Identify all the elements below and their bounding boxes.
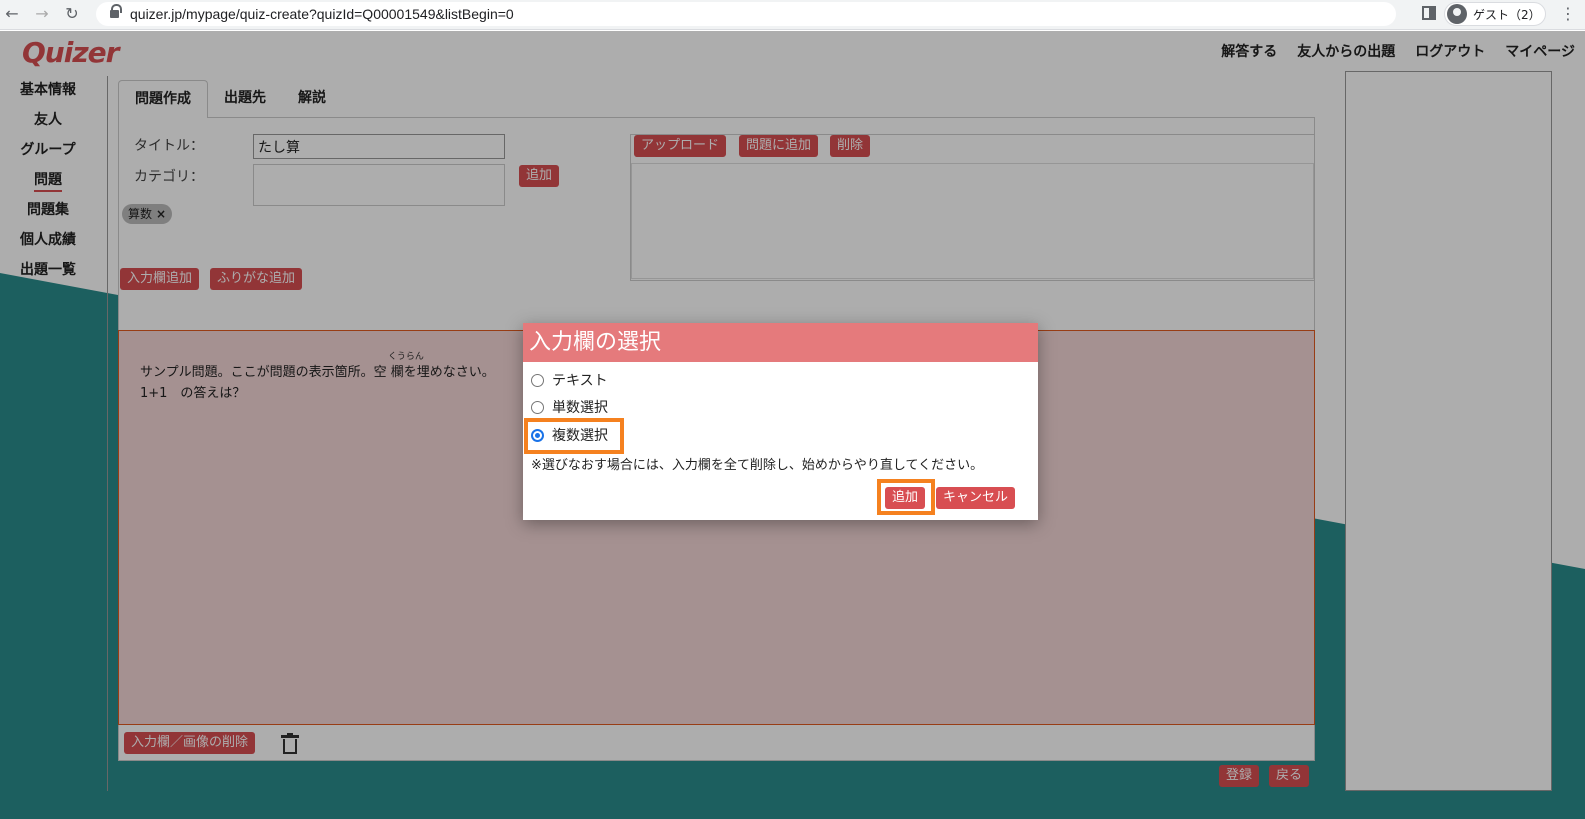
lock-icon <box>110 4 122 19</box>
reload-icon[interactable]: ↻ <box>62 4 82 24</box>
back-arrow-icon[interactable]: ← <box>2 4 22 24</box>
profile-name: ゲスト（2） <box>1473 8 1541 22</box>
option-text[interactable]: テキスト <box>531 370 608 390</box>
dialog-note: ※選びなおす場合には、入力欄を全て削除し、始めからやり直してください。 <box>531 458 984 473</box>
dialog-cancel-button[interactable]: キャンセル <box>936 487 1016 509</box>
input-type-dialog: 入力欄の選択 テキスト 単数選択 複数選択 ※選びなおす場合には、入力欄を全て削… <box>523 323 1038 520</box>
url-text: quizer.jp/mypage/quiz-create?quizId=Q000… <box>130 6 514 22</box>
browser-toolbar: ← → ↻ quizer.jp/mypage/quiz-create?quizI… <box>0 0 1585 30</box>
more-menu-icon[interactable]: ⋮ <box>1560 4 1576 23</box>
radio-text[interactable] <box>531 373 544 387</box>
side-panel-icon[interactable] <box>1422 6 1436 20</box>
dialog-title: 入力欄の選択 <box>523 323 1038 362</box>
forward-arrow-icon[interactable]: → <box>32 4 52 24</box>
address-bar[interactable]: quizer.jp/mypage/quiz-create?quizId=Q000… <box>96 2 1396 26</box>
radio-single-select[interactable] <box>531 400 544 414</box>
page: Quizer 解答する 友人からの出題 ログアウト マイページ 基本情報 友人 … <box>0 31 1585 819</box>
highlight-multi-select <box>524 418 624 454</box>
avatar-icon <box>1447 4 1467 24</box>
profile-button[interactable]: ゲスト（2） <box>1444 2 1546 26</box>
highlight-add-button <box>877 479 935 515</box>
option-single-select[interactable]: 単数選択 <box>531 397 608 417</box>
